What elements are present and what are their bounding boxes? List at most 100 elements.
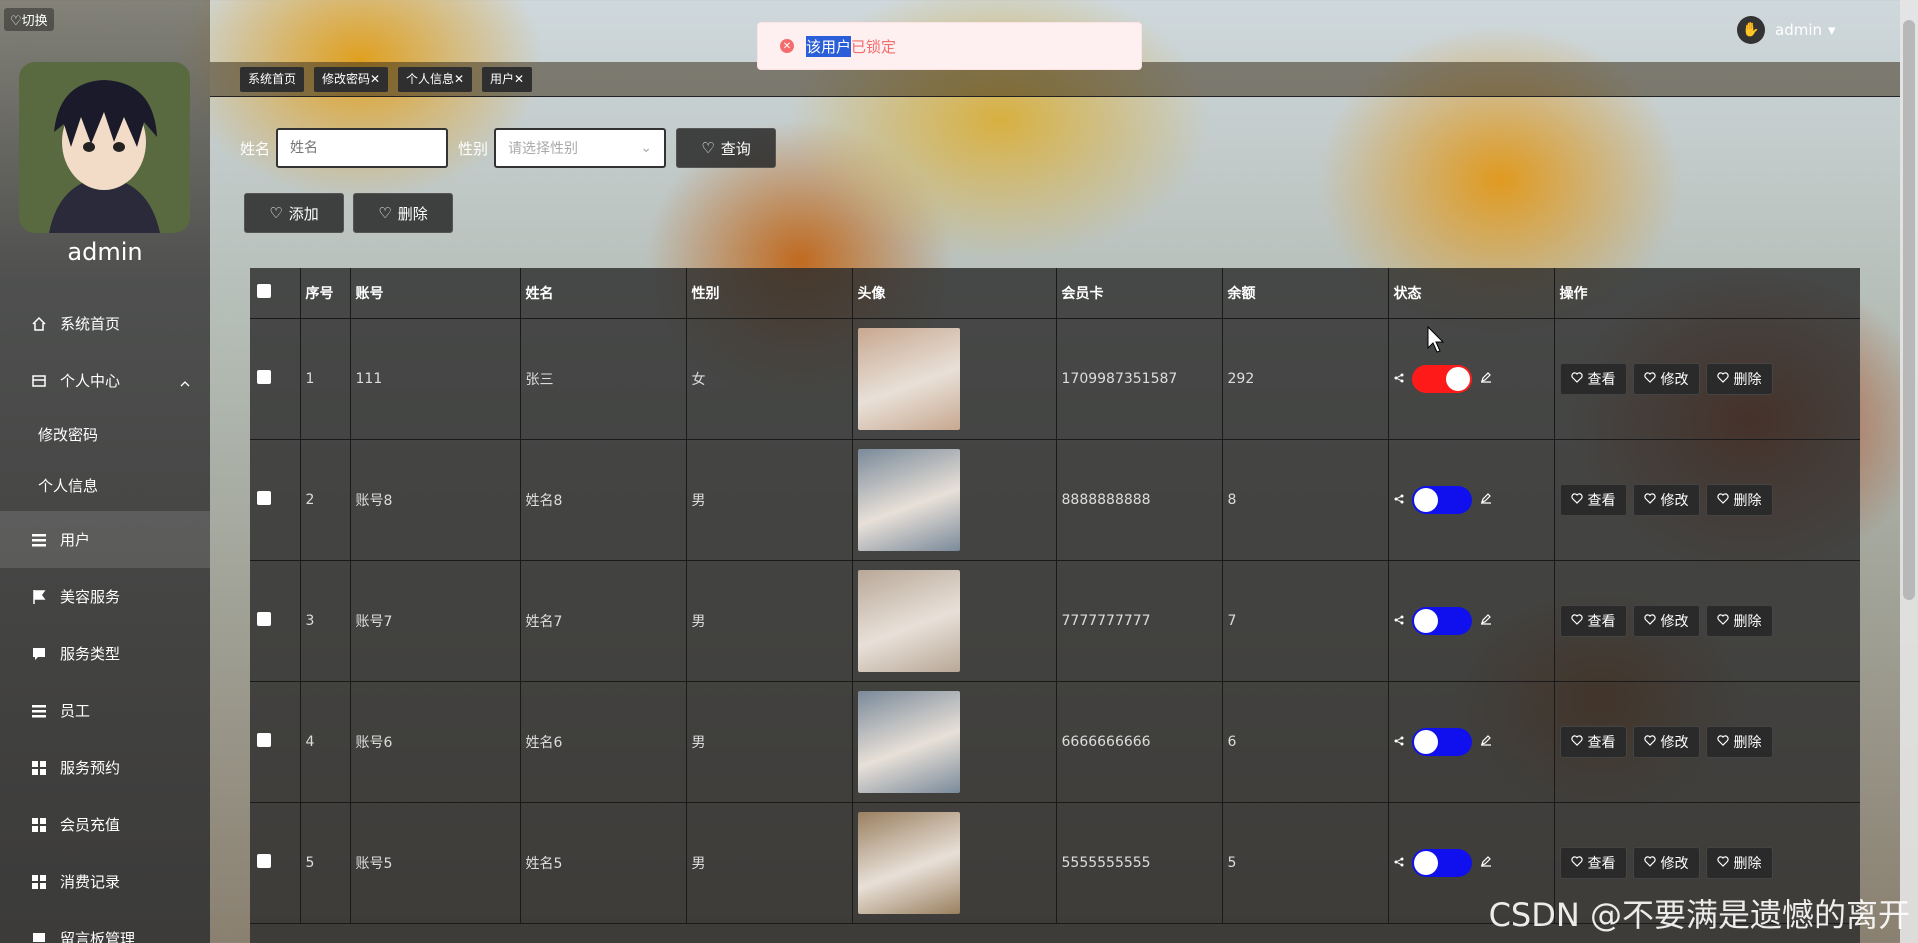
status-toggle[interactable] — [1411, 727, 1472, 756]
view-button[interactable]: 查看 — [1559, 604, 1627, 637]
grid-icon — [30, 873, 48, 891]
column-header: 序号 — [300, 268, 351, 319]
edit-button-label: 修改 — [1660, 492, 1689, 509]
menu-item-consumption[interactable]: 消费记录 — [0, 853, 210, 910]
status-toggle[interactable] — [1411, 485, 1472, 514]
sidebar-menu: 系统首页 个人中心 修改密码 个人信息 用户 美容服务 服务类型 员工 服务预约 — [0, 295, 210, 943]
gender-label: 性别 — [458, 139, 489, 158]
cell-card: 7777777777 — [1056, 560, 1223, 682]
user-avatar-icon: ✋ — [1737, 16, 1765, 44]
view-button[interactable]: 查看 — [1559, 846, 1627, 879]
query-button[interactable]: ♡ 查询 — [676, 128, 777, 168]
delete-row-button[interactable]: 删除 — [1705, 846, 1773, 879]
edit-pen-icon[interactable] — [1480, 371, 1492, 387]
menu-item-home[interactable]: 系统首页 — [0, 295, 210, 352]
menu-item-appointment[interactable]: 服务预约 — [0, 739, 210, 796]
add-button[interactable]: ♡ 添加 — [244, 193, 344, 233]
menu-item-label: 服务预约 — [60, 759, 121, 777]
cell-gender: 男 — [686, 802, 853, 924]
switch-button[interactable]: ♡切换 — [4, 8, 54, 31]
edit-pen-icon[interactable] — [1480, 613, 1492, 629]
page-scrollbar[interactable] — [1900, 0, 1918, 943]
tag-change-password[interactable]: 修改密码✕ — [314, 67, 389, 92]
row-checkbox[interactable] — [257, 732, 271, 747]
edit-button-label: 修改 — [1660, 371, 1689, 388]
status-toggle[interactable] — [1411, 848, 1472, 877]
view-button-label: 查看 — [1587, 613, 1616, 630]
tag-personal-info[interactable]: 个人信息✕ — [398, 67, 473, 92]
tag-users[interactable]: 用户✕ — [482, 67, 533, 92]
card-icon — [30, 372, 48, 390]
cell-balance: 8 — [1222, 439, 1389, 561]
gender-select[interactable]: 请选择性别 ⌄ — [494, 128, 667, 168]
menu-item-recharge[interactable]: 会员充值 — [0, 796, 210, 853]
delete-row-button[interactable]: 删除 — [1705, 725, 1773, 758]
view-button[interactable]: 查看 — [1559, 725, 1627, 758]
delete-row-button[interactable]: 删除 — [1705, 362, 1773, 395]
sidebar: ♡切换 admin 系统首页 个人中心 修改密码 个人信息 用户 美容服务 服务… — [0, 0, 210, 943]
row-checkbox[interactable] — [257, 369, 271, 384]
row-select-cell — [250, 318, 301, 440]
select-all-header[interactable] — [250, 268, 301, 319]
select-all-checkbox[interactable] — [257, 283, 271, 298]
edit-pen-icon[interactable] — [1480, 734, 1492, 750]
cell-no: 5 — [300, 802, 351, 924]
cell-operations: 查看 修改 删除 — [1554, 560, 1860, 682]
menu-item-service-type[interactable]: 服务类型 — [0, 625, 210, 682]
edit-pen-icon[interactable] — [1480, 492, 1492, 508]
avatar-illustration — [19, 62, 190, 233]
menu-item-staff[interactable]: 员工 — [0, 682, 210, 739]
edit-pen-icon[interactable] — [1480, 855, 1492, 871]
status-toggle[interactable] — [1411, 364, 1472, 393]
row-checkbox[interactable] — [257, 611, 271, 626]
search-filters: 姓名 性别 请选择性别 ⌄ ♡ 查询 — [240, 128, 777, 168]
cell-gender: 男 — [686, 439, 853, 561]
cell-balance: 292 — [1222, 318, 1389, 440]
edit-button[interactable]: 修改 — [1632, 604, 1700, 637]
toggle-knob — [1413, 487, 1438, 512]
cell-avatar — [852, 318, 1057, 440]
delete-button-label: 删除 — [397, 204, 428, 223]
delete-row-button[interactable]: 删除 — [1705, 483, 1773, 516]
cell-gender: 男 — [686, 681, 853, 803]
edit-button[interactable]: 修改 — [1632, 362, 1700, 395]
delete-row-button[interactable]: 删除 — [1705, 604, 1773, 637]
heart-icon — [1643, 855, 1661, 871]
delete-button[interactable]: ♡ 删除 — [353, 193, 453, 233]
edit-button[interactable]: 修改 — [1632, 846, 1700, 879]
menu-item-message-board[interactable]: 留言板管理 — [0, 910, 210, 943]
status-toggle[interactable] — [1411, 606, 1472, 635]
name-search-input[interactable] — [276, 128, 449, 168]
table-row: 4 账号6 姓名6 男 6666666666 6 查看 修改 删除 — [250, 681, 1860, 803]
menu-sub-change-password[interactable]: 修改密码 — [0, 409, 210, 460]
avatar — [19, 62, 190, 233]
row-checkbox[interactable] — [257, 490, 271, 505]
cell-avatar — [852, 560, 1057, 682]
row-checkbox[interactable] — [257, 853, 271, 868]
menu-item-label: 服务类型 — [60, 645, 121, 663]
gender-select-placeholder: 请选择性别 — [508, 141, 579, 157]
cell-card: 6666666666 — [1056, 681, 1223, 803]
cell-no: 1 — [300, 318, 351, 440]
edit-button[interactable]: 修改 — [1632, 725, 1700, 758]
menu-sub-personal-info[interactable]: 个人信息 — [0, 460, 210, 511]
menu-item-beauty-service[interactable]: 美容服务 — [0, 568, 210, 625]
table-row: 1 111 张三女 1709987351587 292 查看 修改 删除 — [250, 318, 1860, 440]
menu-item-label: 留言板管理 — [60, 930, 136, 943]
column-header: 余额 — [1222, 268, 1389, 319]
tag-home[interactable]: 系统首页 — [240, 67, 305, 92]
chevron-up-icon — [180, 374, 190, 392]
cell-avatar — [852, 681, 1057, 803]
view-button[interactable]: 查看 — [1559, 362, 1627, 395]
chevron-down-icon: ⌄ — [640, 140, 653, 156]
toggle-knob — [1413, 729, 1438, 754]
scrollbar-thumb[interactable] — [1903, 20, 1915, 600]
toast-text: 已锁定 — [851, 37, 897, 56]
table-row: 3 账号7 姓名7 男 7777777777 7 查看 修改 删除 — [250, 560, 1860, 682]
menu-item-personal-center[interactable]: 个人中心 — [0, 352, 210, 409]
heart-icon — [1716, 855, 1734, 871]
edit-button[interactable]: 修改 — [1632, 483, 1700, 516]
view-button[interactable]: 查看 — [1559, 483, 1627, 516]
menu-item-users[interactable]: 用户 — [0, 511, 210, 568]
topbar-user-menu[interactable]: ✋ admin ▾ — [1737, 16, 1836, 44]
